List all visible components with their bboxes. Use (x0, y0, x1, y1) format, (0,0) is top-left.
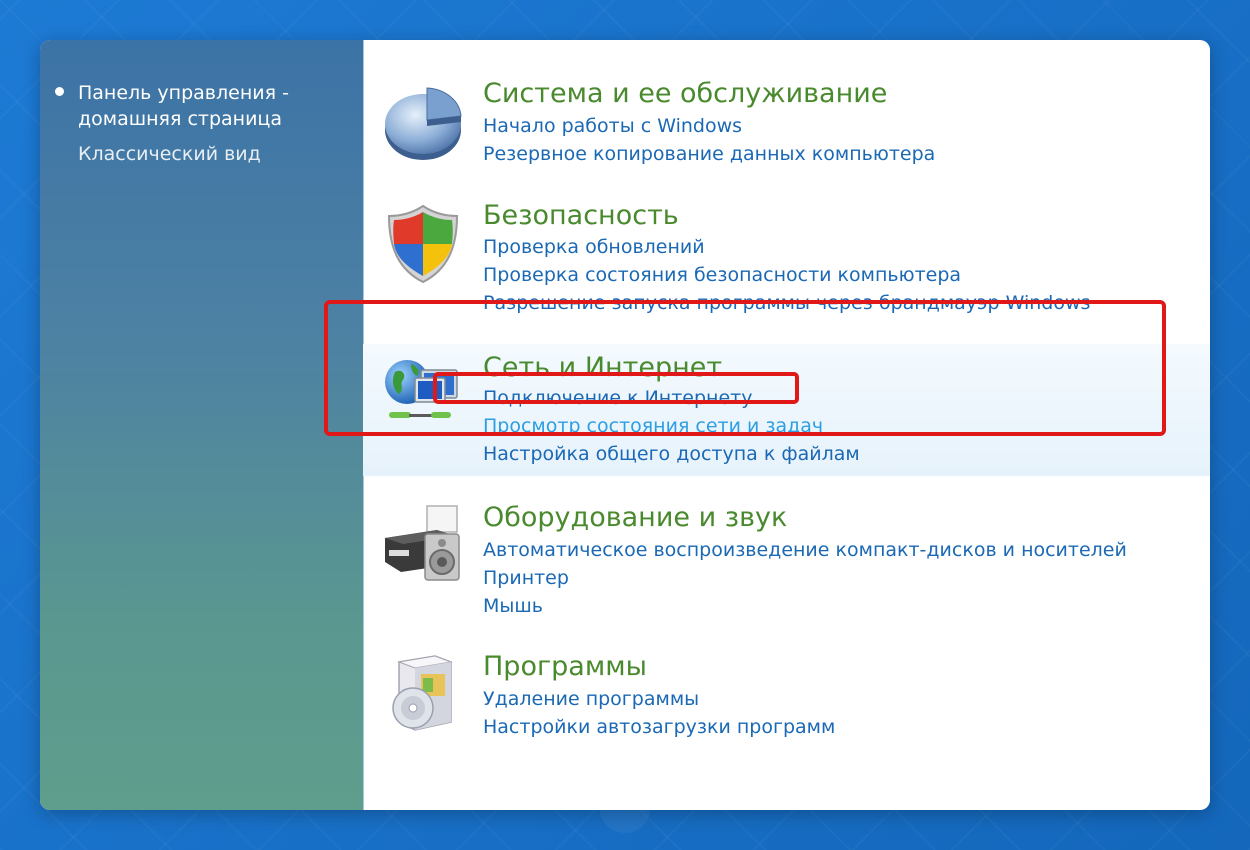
network-category-highlight-frame (324, 300, 1166, 436)
sidebar-link-classic-view[interactable]: Классический вид (78, 141, 261, 167)
link-autoplay[interactable]: Автоматическое воспроизведение компакт-д… (483, 537, 1127, 563)
category-title-programs[interactable]: Программы (483, 650, 647, 684)
link-printer[interactable]: Принтер (483, 565, 569, 591)
category-title-hardware-sound[interactable]: Оборудование и звук (483, 501, 787, 535)
category-title-system[interactable]: Система и ее обслуживание (483, 77, 887, 111)
category-title-security[interactable]: Безопасность (483, 199, 679, 233)
link-getting-started[interactable]: Начало работы с Windows (483, 113, 742, 139)
printer-hardware-sound-icon[interactable] (381, 500, 465, 584)
link-check-updates[interactable]: Проверка обновлений (483, 234, 705, 260)
sidebar-link-home-line2: домашняя страница (78, 108, 283, 130)
programs-box-cd-icon[interactable] (381, 652, 465, 736)
system-maintenance-icon[interactable] (381, 80, 465, 164)
link-security-status[interactable]: Проверка состояния безопасности компьюте… (483, 262, 961, 288)
link-mouse[interactable]: Мышь (483, 593, 543, 619)
link-file-sharing[interactable]: Настройка общего доступа к файлам (483, 441, 860, 467)
network-status-link-highlight-frame (433, 372, 799, 404)
link-startup-programs[interactable]: Настройки автозагрузки программ (483, 714, 835, 740)
link-backup[interactable]: Резервное копирование данных компьютера (483, 141, 935, 167)
current-page-bullet-icon (55, 87, 64, 96)
sidebar-link-control-panel-home[interactable]: Панель управления - домашняя страница (78, 80, 289, 132)
sidebar: Панель управления - домашняя страница Кл… (40, 40, 364, 810)
link-uninstall-program[interactable]: Удаление программы (483, 686, 699, 712)
sidebar-link-home-line1: Панель управления - (78, 82, 289, 104)
security-shield-icon[interactable] (381, 202, 465, 286)
